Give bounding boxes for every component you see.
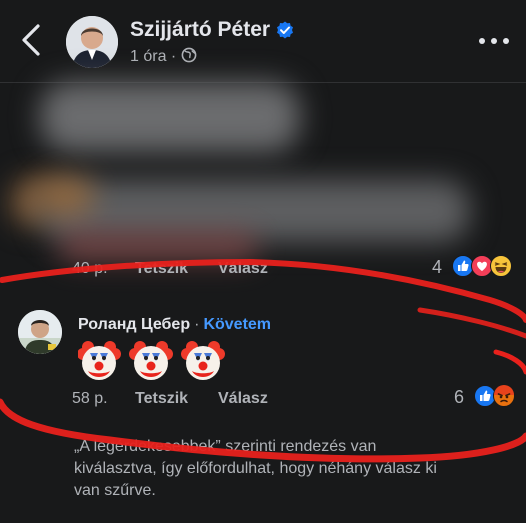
blurred-red-patch bbox=[58, 232, 258, 262]
haha-reaction-icon bbox=[490, 255, 512, 277]
post-time[interactable]: 1 óra bbox=[130, 48, 166, 65]
comment2-like-button[interactable]: Tetszik bbox=[135, 390, 188, 408]
post-header: Szijjártó Péter 1 óra · bbox=[0, 0, 526, 83]
comment2-body bbox=[78, 341, 225, 380]
comment1-actions: 40 p. Tetszik Válasz bbox=[72, 260, 372, 280]
comment1-reaction-count: 4 bbox=[432, 257, 443, 277]
blurred-orange-patch bbox=[34, 176, 94, 216]
blurred-comment-bubble bbox=[40, 82, 300, 152]
verified-badge-icon bbox=[277, 21, 294, 39]
comment2-author[interactable]: Роланд Цебер bbox=[78, 316, 190, 333]
comment2-reaction-count: 6 bbox=[454, 387, 465, 407]
sort-notice-line-1: „A legérdekesebbek” szerinti rendezés va… bbox=[74, 438, 377, 455]
sort-notice-line-2: kiválasztva, így előfordulhat, hogy néhá… bbox=[74, 460, 437, 477]
follow-button[interactable]: Követem bbox=[203, 316, 271, 333]
comment2-header: Роланд Цебер · Követem bbox=[78, 316, 271, 334]
sort-notice: „A legérdekesebbek” szerinti rendezés va… bbox=[74, 436, 494, 502]
page-name-text[interactable]: Szijjártó Péter bbox=[130, 18, 270, 41]
more-icon[interactable] bbox=[478, 36, 510, 46]
comment2-separator: · bbox=[194, 316, 200, 333]
comment2-reply-button[interactable]: Válasz bbox=[218, 390, 268, 408]
page-name[interactable]: Szijjártó Péter bbox=[130, 18, 294, 42]
comment2-actions: 58 p. Tetszik Válasz bbox=[72, 390, 372, 410]
clown-emoji-icon bbox=[78, 341, 121, 380]
meta-separator: · bbox=[170, 48, 177, 65]
clown-emoji-icon bbox=[129, 341, 173, 380]
comment1-like-button[interactable]: Tetszik bbox=[135, 260, 188, 278]
comment2-reactions[interactable]: 6 bbox=[454, 384, 524, 410]
comment2-time[interactable]: 58 p. bbox=[72, 390, 108, 408]
globe-icon bbox=[181, 47, 197, 63]
comment1-reply-button[interactable]: Válasz bbox=[218, 260, 268, 278]
sort-notice-line-3: van szűrve. bbox=[74, 482, 156, 499]
comment2-avatar[interactable] bbox=[18, 310, 62, 354]
comment1-reactions[interactable]: 4 bbox=[432, 254, 522, 280]
clown-emoji-icon bbox=[181, 341, 225, 380]
back-arrow-icon[interactable] bbox=[18, 22, 46, 58]
comment1-time[interactable]: 40 p. bbox=[72, 260, 108, 278]
angry-reaction-icon bbox=[493, 385, 515, 407]
post-meta: 1 óra · bbox=[130, 47, 197, 66]
page-avatar[interactable] bbox=[66, 16, 118, 68]
